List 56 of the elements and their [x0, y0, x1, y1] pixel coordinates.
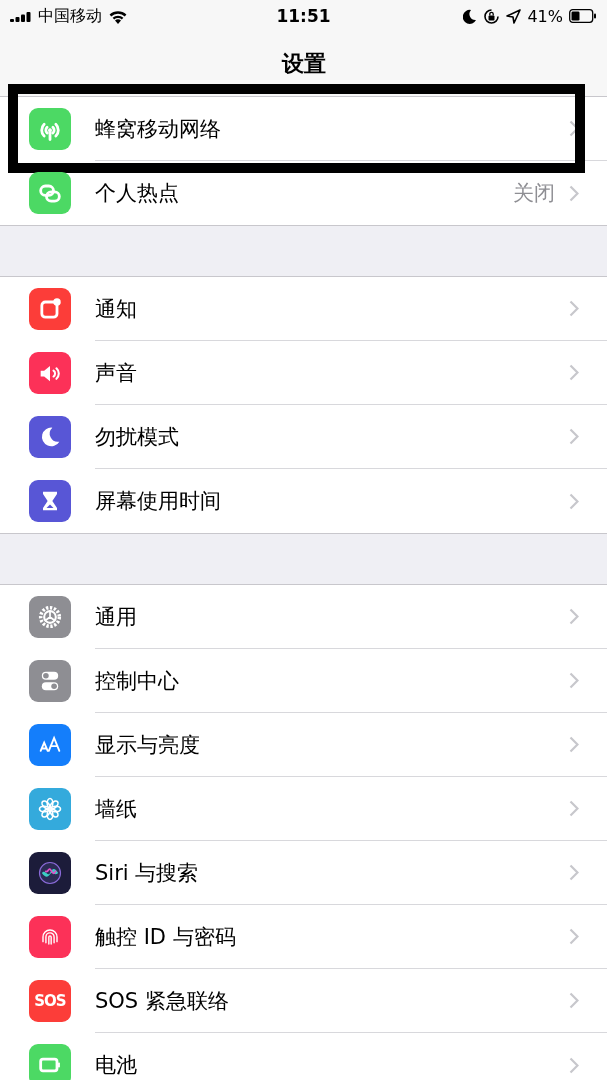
- settings-row[interactable]: 通知: [0, 277, 607, 341]
- signal-icon: [10, 10, 32, 22]
- row-label: 屏幕使用时间: [95, 488, 222, 515]
- settings-row[interactable]: Siri 与搜索: [0, 841, 607, 905]
- settings-row[interactable]: 蜂窝移动网络: [0, 97, 607, 161]
- chevron-icon: [569, 492, 579, 510]
- settings-row[interactable]: 声音: [0, 341, 607, 405]
- chevron-icon: [569, 1056, 579, 1074]
- row-label: 蜂窝移动网络: [95, 115, 222, 143]
- row-label: 通用: [95, 603, 138, 631]
- settings-row[interactable]: 触控 ID 与密码: [0, 905, 607, 969]
- settings-row[interactable]: 个人热点 关闭: [0, 161, 607, 225]
- clock-time: 11:51: [276, 6, 331, 26]
- settings-row[interactable]: 屏幕使用时间: [0, 469, 607, 533]
- flower-icon: [36, 795, 64, 823]
- row-label: 墙纸: [95, 795, 138, 823]
- settings-row[interactable]: SOS SOS 紧急联络: [0, 969, 607, 1033]
- row-label: 声音: [95, 359, 138, 387]
- carrier-name: 中国移动: [38, 5, 102, 27]
- settings-row[interactable]: 电池: [0, 1033, 607, 1080]
- settings-row[interactable]: 通用: [0, 585, 607, 649]
- sos-icon: SOS: [34, 992, 66, 1010]
- battery-percent: 41%: [527, 6, 563, 26]
- chevron-icon: [569, 736, 579, 753]
- gear-icon: [36, 603, 64, 631]
- chevron-icon: [569, 184, 579, 202]
- row-label: 通知: [95, 295, 138, 323]
- settings-row[interactable]: 墙纸: [0, 777, 607, 841]
- chevron-icon: [569, 928, 579, 945]
- moon-icon: [463, 8, 478, 24]
- page-title: 设置: [280, 50, 327, 78]
- row-label: 控制中心: [95, 667, 180, 695]
- row-label: 显示与亮度: [95, 731, 201, 759]
- row-label: 电池: [95, 1052, 138, 1079]
- chevron-icon: [569, 800, 579, 817]
- row-label: Siri 与搜索: [95, 859, 200, 887]
- settings-row[interactable]: 显示与亮度: [0, 713, 607, 777]
- row-value: 关闭: [513, 180, 555, 207]
- battery-icon: [569, 9, 597, 23]
- location-arrow-icon: [506, 8, 522, 24]
- settings-row[interactable]: 控制中心: [0, 649, 607, 713]
- rotation-lock-icon: [483, 7, 501, 25]
- chevron-icon: [569, 608, 579, 625]
- row-label: 触控 ID 与密码: [95, 923, 237, 951]
- row-label: SOS 紧急联络: [95, 987, 230, 1015]
- settings-row[interactable]: 勿扰模式: [0, 405, 607, 469]
- chevron-icon: [569, 300, 579, 317]
- chevron-icon: [569, 992, 579, 1009]
- row-label: 个人热点: [95, 180, 180, 207]
- chevron-icon: [569, 864, 579, 881]
- chevron-icon: [569, 364, 579, 381]
- wifi-icon: [108, 8, 128, 24]
- chevron-icon: [569, 428, 579, 445]
- orb-icon: [36, 859, 64, 887]
- chevron-icon: [569, 672, 579, 689]
- row-label: 勿扰模式: [95, 423, 180, 451]
